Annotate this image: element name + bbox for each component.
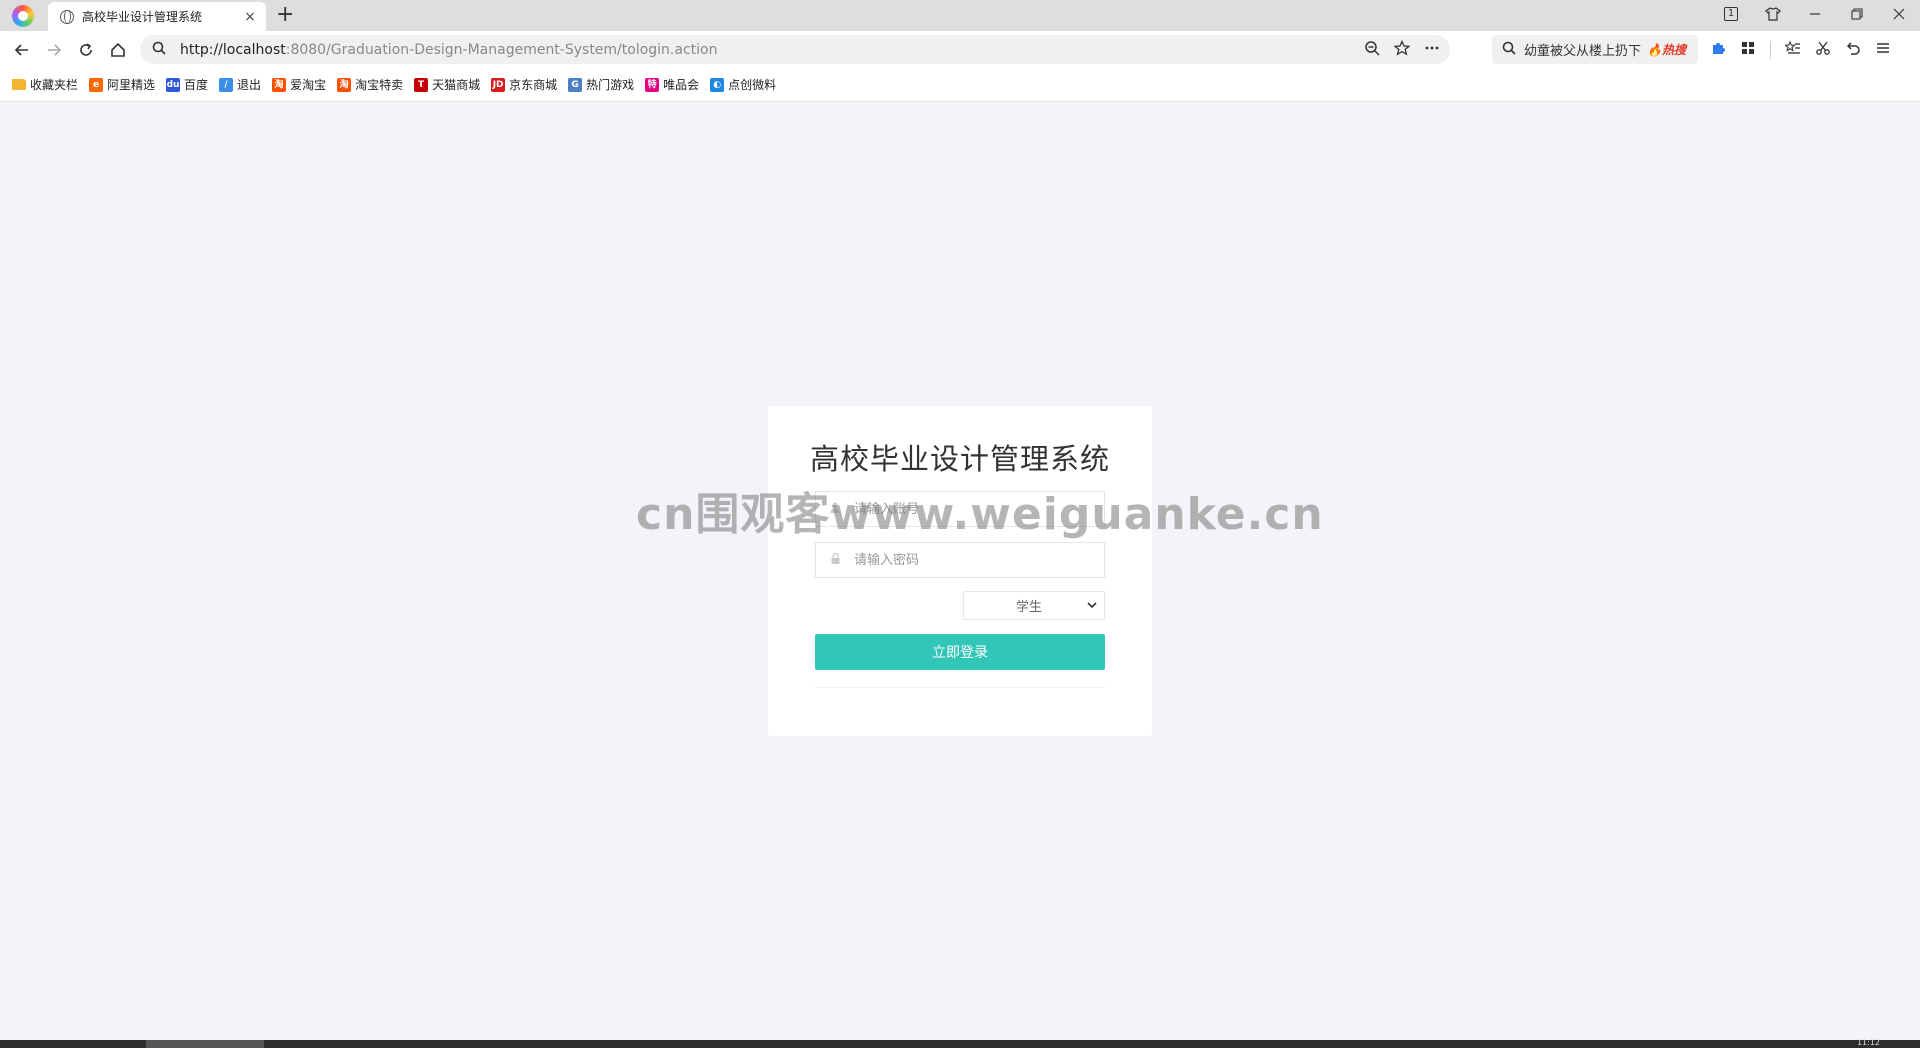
extension-puzzle-icon[interactable] (1710, 40, 1726, 60)
menu-icon[interactable] (1875, 40, 1891, 60)
bookmark-label: 点创微料 (728, 78, 777, 92)
more-icon[interactable] (1424, 40, 1440, 60)
favorites-list-icon[interactable] (1784, 40, 1801, 60)
username-field[interactable] (815, 491, 1105, 527)
taskbar-item[interactable] (146, 1040, 264, 1048)
username-input[interactable] (852, 500, 1104, 518)
search-icon (152, 41, 170, 59)
bookmark-item[interactable]: 淘爱淘宝 (272, 76, 326, 93)
hot-search-icon (1502, 41, 1516, 59)
bookmark-item[interactable]: / 退出 (219, 76, 261, 93)
bookmark-item[interactable]: 淘淘宝特卖 (337, 76, 403, 93)
skin-icon[interactable] (1752, 0, 1794, 28)
tab-strip: 高校毕业设计管理系统 × + 1 (0, 0, 1920, 31)
hot-search-tag: 🔥热搜 (1647, 43, 1686, 57)
folder-icon (12, 79, 26, 90)
bookmark-item[interactable]: du 百度 (166, 76, 208, 93)
card-divider (815, 687, 1105, 688)
minimize-icon[interactable] (1794, 0, 1836, 28)
apps-grid-icon[interactable] (1740, 40, 1756, 60)
user-icon (828, 502, 842, 516)
back-icon[interactable] (6, 35, 38, 65)
bookmark-label: 唯品会 (663, 78, 700, 92)
hot-search-tag-label: 热搜 (1661, 43, 1686, 57)
taobao-sale-icon: 淘 (337, 77, 352, 92)
url-path: :8080/Graduation-Design-Management-Syste… (285, 41, 718, 58)
bookmark-label: 爱淘宝 (290, 78, 327, 92)
new-tab-button[interactable]: + (276, 3, 294, 27)
bookmark-item[interactable]: G 热门游戏 (568, 76, 634, 93)
undo-icon[interactable] (1845, 40, 1861, 60)
bookmark-item[interactable]: JD 京东商城 (491, 76, 557, 93)
tab-close-icon[interactable]: × (240, 9, 260, 25)
password-input[interactable] (852, 551, 1104, 569)
restore-icon[interactable] (1836, 0, 1878, 28)
forward-icon[interactable] (38, 35, 70, 65)
role-select[interactable]: 学生 (963, 591, 1105, 620)
address-url[interactable]: http://localhost:8080/Graduation-Design-… (180, 42, 717, 58)
game-icon: G (568, 77, 583, 92)
alibaba-icon: e (89, 77, 104, 92)
login-card: 高校毕业设计管理系统 学生 立即登录 (768, 406, 1152, 736)
feather-icon: / (219, 77, 234, 92)
zoom-icon[interactable] (1364, 40, 1380, 60)
password-field[interactable] (815, 542, 1105, 578)
bookmark-label: 阿里精选 (107, 78, 156, 92)
taskbar: 11:12 (0, 1038, 1920, 1048)
bookmark-item[interactable]: ◐ 点创微料 (710, 76, 776, 93)
bookmark-item[interactable]: e 阿里精选 (89, 76, 155, 93)
jd-icon: JD (491, 77, 506, 92)
lock-icon (828, 552, 842, 567)
bookmark-label: 京东商城 (509, 78, 558, 92)
tmall-icon: T (414, 77, 429, 92)
tab-count-badge: 1 (1724, 7, 1738, 21)
bookmark-item[interactable]: 特唯品会 (645, 76, 699, 93)
hot-search-text: 幼童被父从楼上扔下 (1524, 44, 1642, 59)
bookmark-label: 热门游戏 (586, 78, 635, 92)
browser-tab-active[interactable]: 高校毕业设计管理系统 × (48, 2, 266, 31)
chevron-down-icon (1080, 599, 1104, 612)
globe-icon (60, 9, 74, 24)
star-icon[interactable] (1393, 39, 1411, 60)
login-title: 高校毕业设计管理系统 (809, 442, 1110, 476)
toolbar-separator (1770, 40, 1771, 59)
bookmark-label: 淘宝特卖 (355, 78, 404, 92)
tab-title: 高校毕业设计管理系统 (82, 10, 203, 24)
home-icon[interactable] (102, 35, 134, 65)
baidu-icon: du (166, 77, 181, 92)
tab-count-button[interactable]: 1 (1710, 0, 1752, 28)
url-host: http://localhost (180, 41, 286, 58)
bookmark-label: 收藏夹栏 (30, 78, 79, 92)
toolbar-extensions (1710, 35, 1891, 64)
close-window-icon[interactable] (1878, 0, 1920, 28)
bookmarks-bar: 收藏夹栏 e 阿里精选 du 百度 / 退出淘爱淘宝淘淘宝特卖 T 天猫商城 JD 京东商城 G 热门游… (0, 68, 1920, 102)
bookmark-label: 百度 (184, 78, 209, 92)
browser-logo-icon[interactable] (12, 5, 34, 27)
bookmark-item[interactable]: 收藏夹栏 (12, 76, 78, 93)
dianchuang-icon: ◐ (710, 77, 725, 92)
scissors-icon[interactable] (1815, 40, 1831, 60)
bookmark-label: 天猫商城 (432, 78, 481, 92)
bookmark-item[interactable]: T 天猫商城 (414, 76, 480, 93)
bookmark-label: 退出 (237, 78, 262, 92)
address-actions (1364, 35, 1440, 64)
reload-icon[interactable] (70, 35, 102, 65)
vip-icon: 特 (645, 77, 660, 92)
taskbar-clock: 11:12 (1856, 1038, 1880, 1047)
login-button[interactable]: 立即登录 (815, 634, 1105, 670)
browser-toolbar: http://localhost:8080/Graduation-Design-… (0, 31, 1920, 68)
role-selected-value: 学生 (1015, 600, 1042, 615)
taobao-icon: 淘 (272, 77, 287, 92)
address-bar[interactable]: http://localhost:8080/Graduation-Design-… (140, 35, 1450, 64)
window-controls: 1 (1710, 0, 1920, 31)
hot-search-box[interactable]: 幼童被父从楼上扔下 🔥热搜 (1492, 35, 1698, 64)
